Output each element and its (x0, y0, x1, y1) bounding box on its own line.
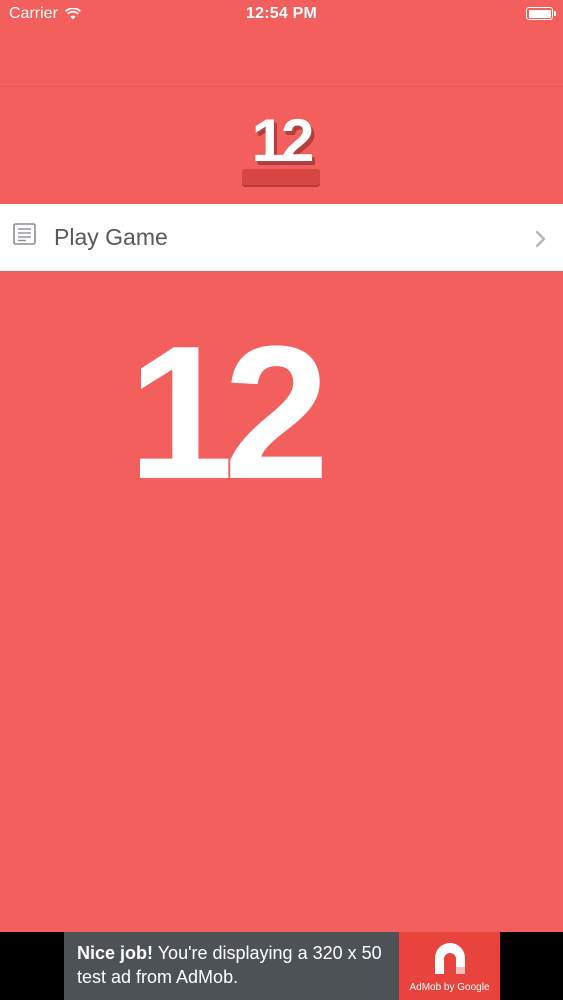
app-logo: 12 (241, 111, 321, 187)
battery-icon (526, 7, 556, 20)
document-icon (13, 223, 36, 245)
admob-caption: AdMob by Google (409, 982, 490, 993)
ad-text: Nice job! You're displaying a 320 x 50 t… (77, 941, 397, 989)
game-number: 12 (128, 307, 329, 519)
nav-divider (0, 86, 563, 87)
ad-banner[interactable]: Nice job! You're displaying a 320 x 50 t… (64, 932, 500, 1000)
admob-logo-box: AdMob by Google (399, 932, 500, 1000)
chevron-right-icon (535, 230, 546, 248)
menu-item-play-game[interactable]: Play Game (0, 204, 563, 271)
menu-item-label: Play Game (54, 224, 168, 250)
ad-headline: Nice job! (77, 943, 154, 963)
status-time: 12:54 PM (246, 5, 317, 22)
status-bar: Carrier 12:54 PM (0, 0, 563, 30)
logo-text: 12 (251, 107, 315, 174)
ad-strip: Nice job! You're displaying a 320 x 50 t… (0, 932, 563, 1000)
admob-logo-icon (435, 943, 465, 974)
